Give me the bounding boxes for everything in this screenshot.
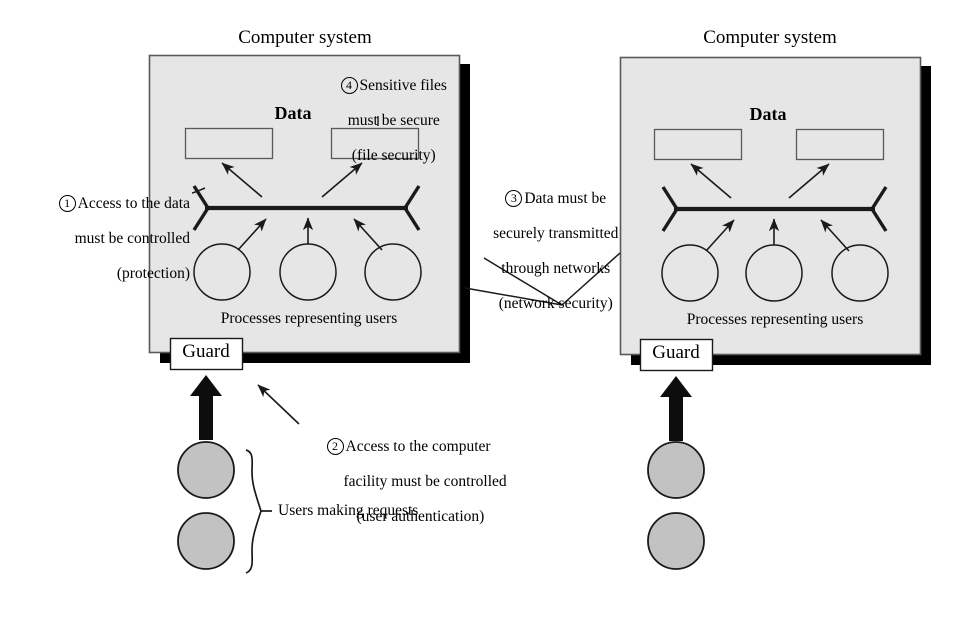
callout-3-line-4: (network security) [498,294,613,312]
data-file-box-right-1 [653,128,743,161]
callout-4-number: 4 [340,77,358,95]
callout-2-line-1: Access to the computer [345,438,491,456]
user-circle-left-2 [177,512,235,570]
callout-2-line-2: facility must be controlled [343,473,507,491]
thick-arrow-users-to-guard-right [660,376,692,441]
callout-3-line-3: through networks [501,259,611,277]
process-circle-left-1 [193,243,251,301]
user-circle-left-1 [177,441,235,499]
callout-4-line-2: must be secure [347,112,440,130]
thick-arrow-users-to-guard-left [190,375,222,440]
guard-label-right: Guard [652,342,700,363]
data-file-box-right-2 [795,128,885,161]
processes-label-left: Processes representing users [220,310,398,327]
callout-3-number: 3 [505,190,523,208]
callout-4-line-3: (file security) [351,146,436,164]
callout-2-leader [257,384,300,425]
callout-3: 3 Data must be securely transmitted throu… [476,173,620,329]
data-file-box-left-1 [184,127,274,160]
guard-label-left: Guard [182,341,230,362]
callout-3-line-1: Data must be [524,190,607,208]
callout-3-line-2: securely transmitted [493,225,619,243]
process-circle-right-2 [745,244,803,302]
process-circle-left-2 [279,243,337,301]
callout-1: 1 Access to the data must be controlled (… [22,178,190,300]
users-brace-label: Users making requests [278,502,419,519]
figure-canvas: Computer system Data Processes represent… [0,0,965,622]
process-circle-right-1 [661,244,719,302]
process-circle-right-3 [831,244,889,302]
processes-label-right: Processes representing users [686,311,864,328]
callout-1-line-1: Access to the data [77,195,190,213]
callout-4-line-1: Sensitive files [359,77,447,95]
panel-right-title: Computer system [703,27,837,48]
panel-left-title: Computer system [238,27,372,48]
data-label-right: Data [749,104,787,124]
user-circle-right-2 [647,512,705,570]
callout-4: 4 Sensitive files must be secure (file se… [312,60,460,182]
callout-1-number: 1 [58,195,76,213]
process-circle-left-3 [364,243,422,301]
users-brace-left [245,449,262,574]
callout-2-number: 2 [326,438,344,456]
callout-1-line-2: must be controlled [74,230,190,248]
callout-1-line-3: (protection) [116,264,190,282]
callout-2: 2 Access to the computer facility must be… [311,421,526,543]
user-circle-right-1 [647,441,705,499]
